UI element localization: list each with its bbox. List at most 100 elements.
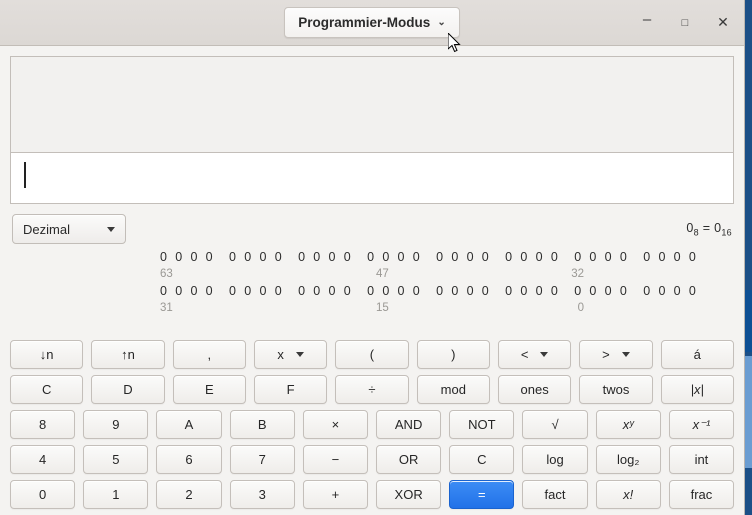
bit-nibble[interactable]: 0 0 0 0 — [367, 249, 422, 266]
bit-nibble[interactable]: 0 0 0 0 — [505, 249, 560, 266]
key-label: + — [331, 487, 340, 502]
bit-row-high[interactable]: 0 0 0 0 0 0 0 0 0 0 0 0 0 0 0 0 0 0 0 0 0 0 0… — [160, 249, 696, 266]
key-integer-part[interactable]: int — [668, 445, 735, 474]
key-label: 7 — [258, 452, 266, 467]
key-variable-x[interactable]: x — [253, 340, 328, 369]
key-square-root[interactable]: √ — [522, 410, 588, 439]
key-clear[interactable]: C — [449, 445, 515, 474]
mode-switcher-button[interactable]: Programmier-Modus ⌄ — [284, 7, 460, 38]
bit-row-low[interactable]: 0 0 0 0 0 0 0 0 0 0 0 0 0 0 0 0 0 0 0 0 0 0 0… — [160, 283, 696, 300]
key-paren-close[interactable]: ) — [416, 340, 490, 369]
key-label: B — [257, 417, 267, 432]
key-xor[interactable]: XOR — [376, 480, 442, 509]
key-hex-b[interactable]: B — [229, 410, 295, 439]
number-base-select[interactable]: Dezimal — [12, 214, 126, 244]
minimize-button[interactable]: – — [636, 8, 658, 37]
key-comma[interactable]: , — [172, 340, 246, 369]
bit-nibble[interactable]: 0 0 0 0 — [367, 283, 422, 300]
key-subtract[interactable]: − — [302, 445, 369, 474]
key-paren-open[interactable]: ( — [335, 340, 409, 369]
key-hex-f[interactable]: F — [253, 375, 328, 404]
key-hex-c[interactable]: C — [10, 375, 84, 404]
chevron-down-icon — [540, 352, 549, 357]
maximize-button[interactable]: □ — [674, 12, 696, 34]
key-label: E — [204, 382, 214, 397]
key-label: D — [123, 382, 133, 397]
key-5[interactable]: 5 — [83, 445, 149, 474]
key-label: C — [41, 382, 52, 397]
key-fractional-part[interactable]: frac — [668, 480, 735, 509]
desktop-scrollbar-light — [744, 356, 752, 468]
key-4[interactable]: 4 — [10, 445, 76, 474]
key-label: |x| — [690, 382, 704, 397]
key-equals[interactable]: = — [449, 480, 515, 509]
key-label: log — [546, 452, 564, 467]
key-factorize[interactable]: fact — [522, 480, 588, 509]
chevron-down-icon — [621, 352, 630, 357]
key-shift-right[interactable]: ↓n — [10, 340, 84, 369]
desktop-scrollbar-dark — [744, 290, 752, 352]
key-2[interactable]: 2 — [156, 480, 222, 509]
bit-nibble[interactable]: 0 0 0 0 — [436, 249, 491, 266]
bit-nibble[interactable]: 0 0 0 0 — [574, 249, 629, 266]
key-not[interactable]: NOT — [449, 410, 515, 439]
key-mod[interactable]: mod — [416, 375, 490, 404]
key-7[interactable]: 7 — [229, 445, 295, 474]
bit-label-63: 63 — [160, 268, 173, 280]
key-reciprocal[interactable]: x⁻¹ — [668, 410, 735, 439]
base-row: Dezimal 08 = 016 — [0, 213, 744, 245]
key-add[interactable]: + — [302, 480, 369, 509]
bit-nibble[interactable]: 0 0 0 0 — [229, 283, 284, 300]
key-shift-left[interactable]: ↑n — [91, 340, 165, 369]
key-hex-a[interactable]: A — [156, 410, 222, 439]
key-label: C — [477, 452, 487, 467]
bit-label-15: 15 — [376, 302, 389, 314]
bit-nibble[interactable]: 0 0 0 0 — [160, 283, 215, 300]
bit-nibble[interactable]: 0 0 0 0 — [436, 283, 491, 300]
bit-nibble[interactable]: 0 0 0 0 — [160, 249, 215, 266]
key-ones-complement[interactable]: ones — [497, 375, 572, 404]
key-or[interactable]: OR — [376, 445, 442, 474]
key-multiply[interactable]: × — [302, 410, 369, 439]
key-factorial[interactable]: x! — [595, 480, 661, 509]
key-label: − — [331, 452, 340, 467]
key-less-than[interactable]: < — [497, 340, 572, 369]
key-hex-d[interactable]: D — [91, 375, 165, 404]
key-label: F — [286, 382, 295, 397]
key-power[interactable]: xʸ — [595, 410, 661, 439]
bit-nibble[interactable]: 0 0 0 0 — [574, 283, 629, 300]
bit-nibble[interactable]: 0 0 0 0 — [643, 249, 698, 266]
key-twos-complement[interactable]: twos — [579, 375, 653, 404]
bit-nibble[interactable]: 0 0 0 0 — [298, 249, 353, 266]
key-6[interactable]: 6 — [156, 445, 222, 474]
display-area — [10, 56, 734, 204]
key-label: ↑n — [121, 347, 135, 362]
key-a-acute[interactable]: á — [660, 340, 734, 369]
key-label: ÷ — [368, 382, 376, 397]
key-divide[interactable]: ÷ — [335, 375, 409, 404]
key-log[interactable]: log — [522, 445, 588, 474]
key-1[interactable]: 1 — [83, 480, 149, 509]
key-greater-than[interactable]: > — [579, 340, 653, 369]
key-hex-e[interactable]: E — [172, 375, 246, 404]
key-and[interactable]: AND — [376, 410, 442, 439]
mode-switcher-label: Programmier-Modus — [298, 15, 431, 30]
key-absolute[interactable]: |x| — [660, 375, 734, 404]
bit-nibble[interactable]: 0 0 0 0 — [229, 249, 284, 266]
bit-label-32: 32 — [571, 268, 584, 280]
entry-field[interactable] — [11, 153, 733, 203]
key-8[interactable]: 8 — [10, 410, 76, 439]
bit-nibble[interactable]: 0 0 0 0 — [505, 283, 560, 300]
bit-nibble[interactable]: 0 0 0 0 — [298, 283, 353, 300]
keypad-row: ↓n ↑n, x () < > á — [10, 340, 734, 369]
key-label: ( — [369, 347, 375, 362]
key-log2[interactable]: log₂ — [595, 445, 661, 474]
key-9[interactable]: 9 — [83, 410, 149, 439]
bit-nibble[interactable]: 0 0 0 0 — [643, 283, 698, 300]
key-label: OR — [398, 452, 419, 467]
close-button[interactable]: ✕ — [712, 12, 734, 34]
key-3[interactable]: 3 — [229, 480, 295, 509]
history-panel[interactable] — [11, 57, 733, 153]
key-0[interactable]: 0 — [10, 480, 76, 509]
key-label: xʸ — [622, 417, 634, 432]
